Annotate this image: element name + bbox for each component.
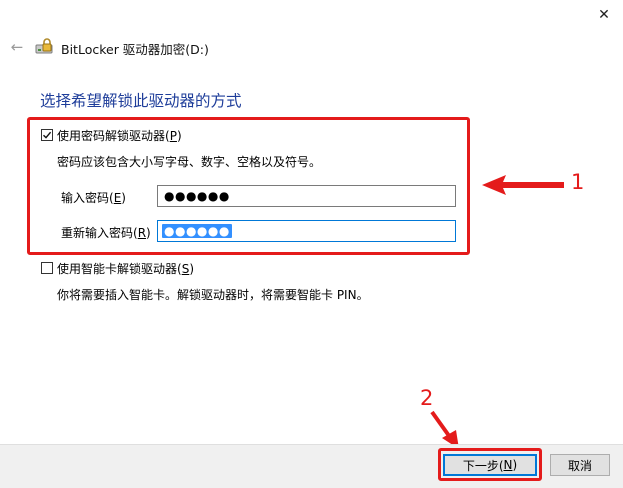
close-button[interactable]: ✕ xyxy=(585,0,623,30)
back-button[interactable]: ← xyxy=(6,37,28,57)
annotation-highlight-box-1 xyxy=(27,117,470,255)
smartcard-option-label-close: ) xyxy=(189,262,194,276)
smartcard-option-label[interactable]: 使用智能卡解锁驱动器(S) xyxy=(57,260,194,277)
cancel-button[interactable]: 取消 xyxy=(550,454,610,476)
bitlocker-drive-icon xyxy=(35,37,55,57)
annotation-number-1: 1 xyxy=(571,170,585,194)
back-arrow-icon: ← xyxy=(10,38,24,56)
smartcard-checkbox[interactable] xyxy=(41,262,53,274)
smartcard-option-label-text: 使用智能卡解锁驱动器( xyxy=(57,262,182,276)
page-heading: 选择希望解锁此驱动器的方式 xyxy=(40,92,242,110)
close-icon: ✕ xyxy=(598,7,610,23)
window-title: BitLocker 驱动器加密(D:) xyxy=(61,42,209,57)
smartcard-hint: 你将需要插入智能卡。解锁驱动器时，将需要智能卡 PIN。 xyxy=(57,288,369,302)
annotation-highlight-box-2 xyxy=(438,448,542,481)
annotation-number-2: 2 xyxy=(420,386,434,410)
annotation-arrow-1 xyxy=(482,175,564,195)
